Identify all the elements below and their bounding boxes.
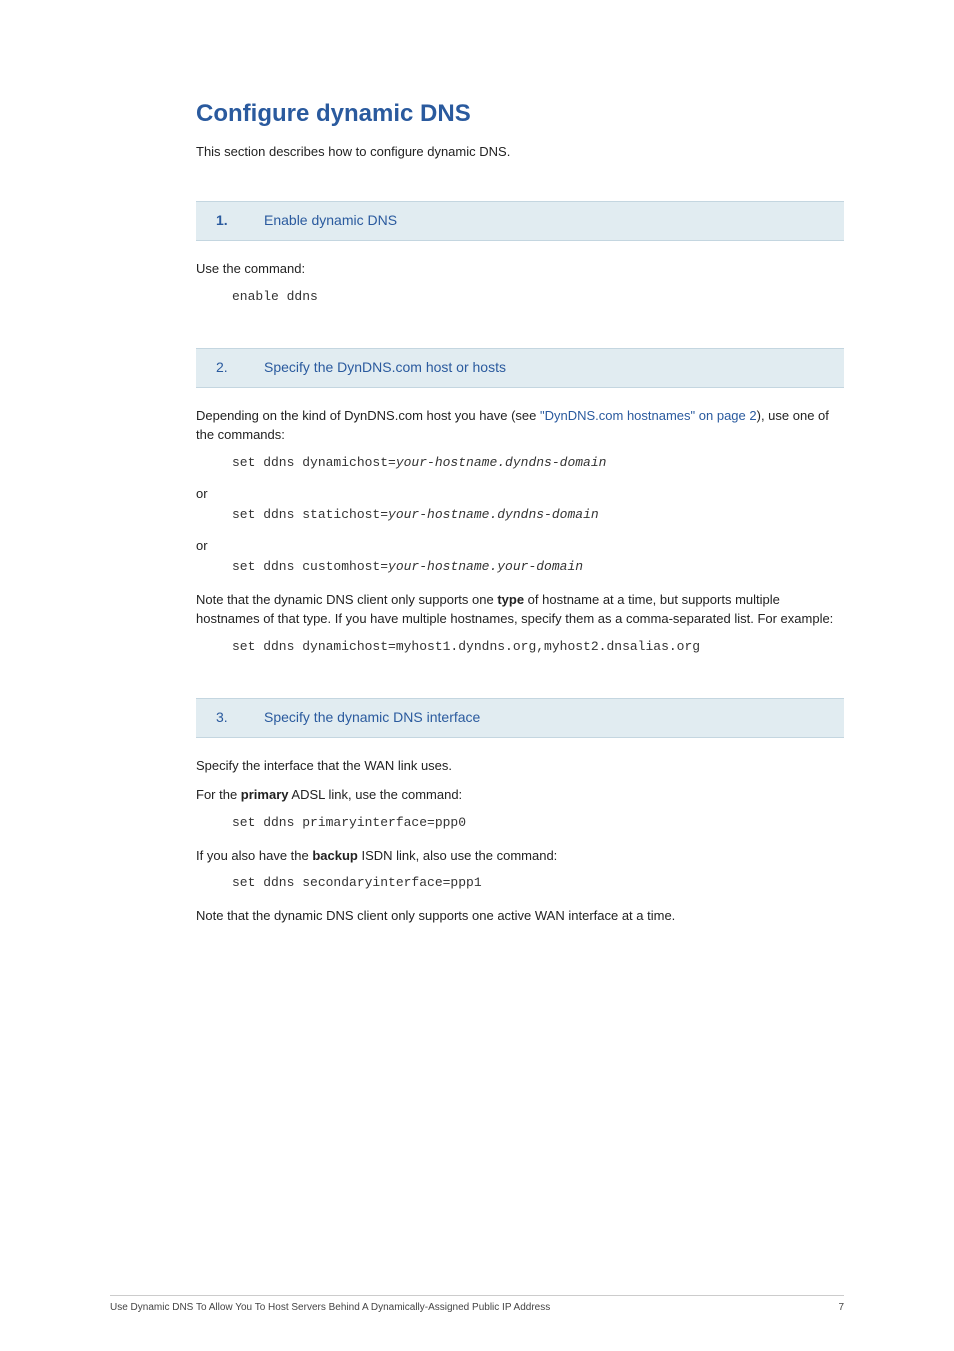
step-1-code: enable ddns: [232, 289, 844, 304]
step-3-text-1: Specify the interface that the WAN link …: [196, 756, 844, 776]
step-3-header: 3. Specify the dynamic DNS interface: [196, 698, 844, 738]
step-2-header: 2. Specify the DynDNS.com host or hosts: [196, 348, 844, 388]
page-footer: Use Dynamic DNS To Allow You To Host Ser…: [110, 1295, 844, 1313]
step-3-text-4: Note that the dynamic DNS client only su…: [196, 906, 844, 926]
step-3-text-2b: ADSL link, use the command:: [289, 787, 463, 802]
step-3-title: Specify the dynamic DNS interface: [264, 709, 480, 725]
step-2-text-1a: Depending on the kind of DynDNS.com host…: [196, 408, 540, 423]
step-3-text-3b: ISDN link, also use the command:: [358, 848, 557, 863]
step-3-code-1: set ddns primaryinterface=ppp0: [232, 815, 844, 830]
page-title: Configure dynamic DNS: [196, 100, 844, 128]
step-3-code-2: set ddns secondaryinterface=ppp1: [232, 875, 844, 890]
step-1-number: 1.: [216, 212, 228, 228]
footer-page-number: 7: [838, 1302, 844, 1313]
step-3-text-3a: If you also have the: [196, 848, 312, 863]
step-2-code-3: set ddns customhost=your-hostname.your-d…: [232, 559, 844, 574]
step-3-text-2a: For the: [196, 787, 241, 802]
step-2-code-2: set ddns statichost=your-hostname.dyndns…: [232, 507, 844, 522]
step-3-number: 3.: [216, 709, 228, 725]
step-2-text-2a: Note that the dynamic DNS client only su…: [196, 592, 497, 607]
step-2-text-2-bold: type: [497, 592, 524, 607]
step-3-text-3-bold: backup: [312, 848, 358, 863]
intro-text: This section describes how to configure …: [196, 144, 844, 159]
step-3-text-2-bold: primary: [241, 787, 289, 802]
step-3-text-2: For the primary ADSL link, use the comma…: [196, 785, 844, 805]
step-2-text-2: Note that the dynamic DNS client only su…: [196, 590, 844, 629]
step-3-text-3: If you also have the backup ISDN link, a…: [196, 846, 844, 866]
step-2-link[interactable]: "DynDNS.com hostnames" on page 2: [540, 408, 757, 423]
step-1-title: Enable dynamic DNS: [264, 212, 397, 228]
step-1-text: Use the command:: [196, 259, 844, 279]
step-2-code-1: set ddns dynamichost=your-hostname.dyndn…: [232, 455, 844, 470]
step-2-or-1: or: [196, 486, 844, 501]
step-2-text-1: Depending on the kind of DynDNS.com host…: [196, 406, 844, 445]
step-2-number: 2.: [216, 359, 228, 375]
step-1-header: 1. Enable dynamic DNS: [196, 201, 844, 241]
step-2-title: Specify the DynDNS.com host or hosts: [264, 359, 506, 375]
footer-left: Use Dynamic DNS To Allow You To Host Ser…: [110, 1302, 550, 1313]
step-2-or-2: or: [196, 538, 844, 553]
step-2-code-4: set ddns dynamichost=myhost1.dyndns.org,…: [232, 639, 844, 654]
